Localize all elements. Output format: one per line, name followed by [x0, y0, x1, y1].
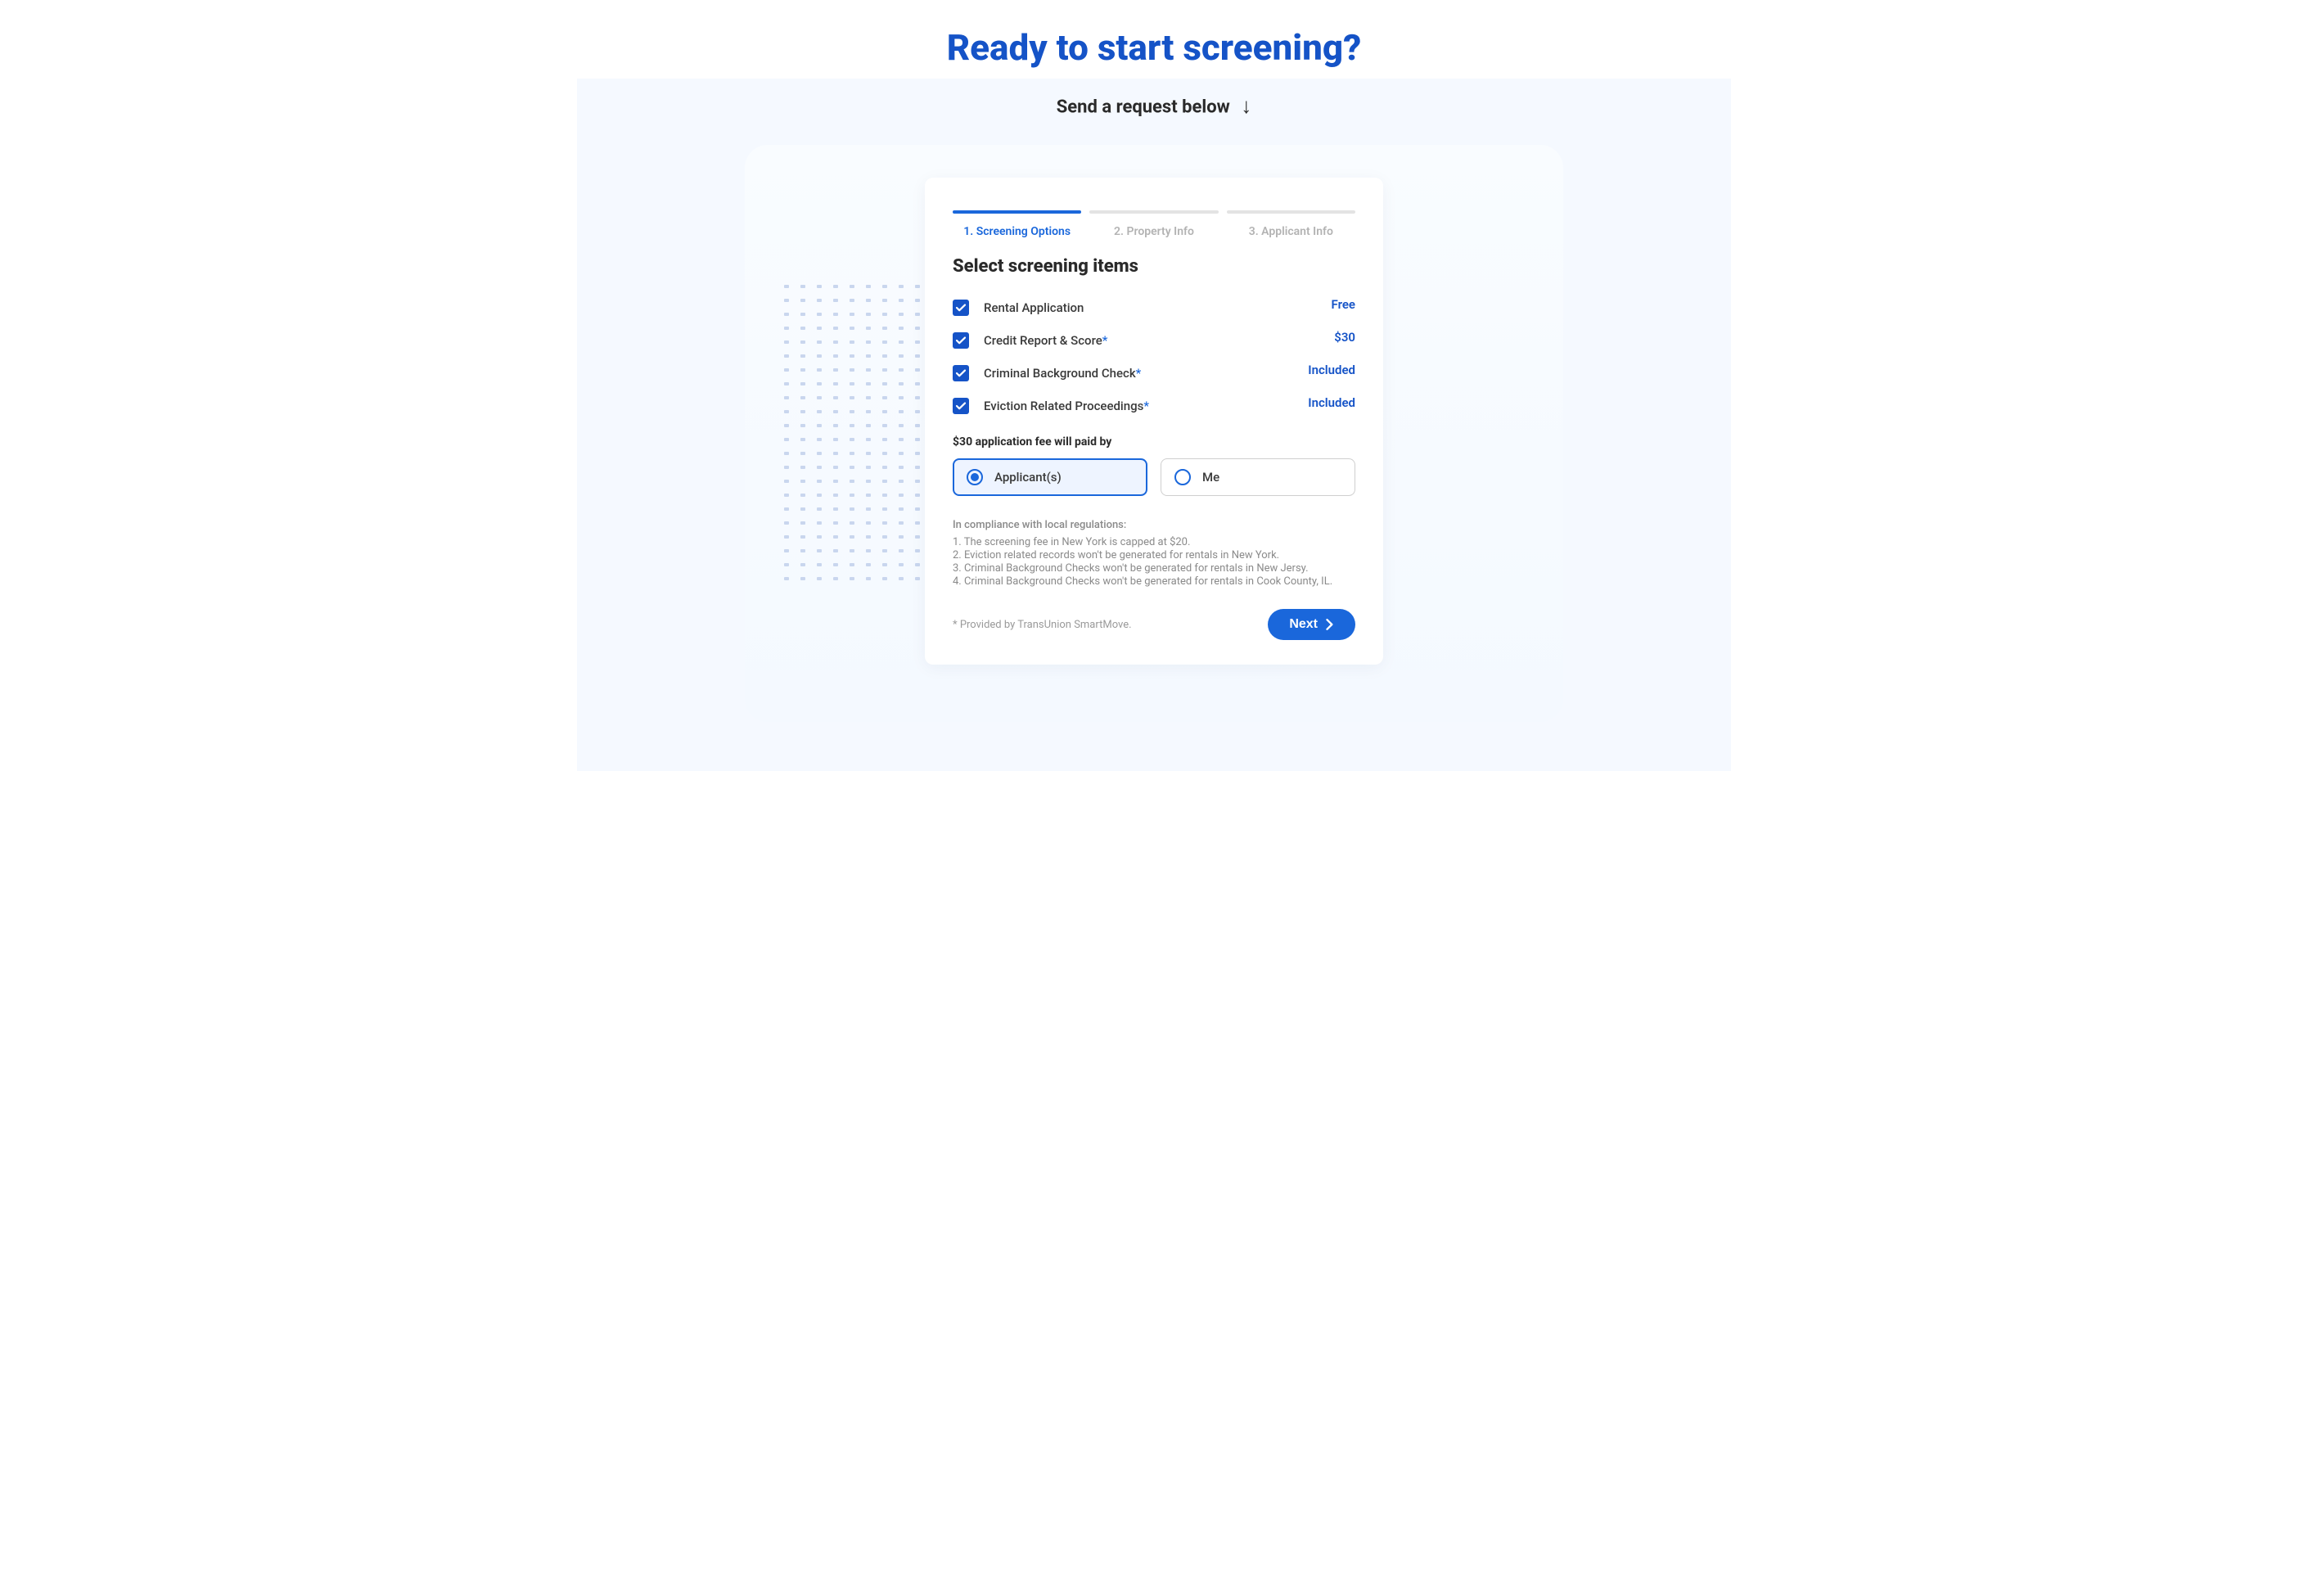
payer-option-label: Applicant(s)	[994, 470, 1062, 485]
compliance-block: In compliance with local regulations: 1.…	[953, 519, 1355, 588]
step-2[interactable]: 2. Property Info	[1089, 210, 1218, 238]
screening-item-label: Eviction Related Proceedings*	[984, 399, 1149, 413]
step-bar	[953, 210, 1081, 214]
footnote: * Provided by TransUnion SmartMove.	[953, 619, 1132, 631]
screening-item-price: Included	[1308, 395, 1355, 410]
payer-option[interactable]: Me	[1161, 458, 1355, 496]
screening-item: Credit Report & Score* $30	[953, 324, 1355, 357]
fee-label: $30 application fee will paid by	[953, 435, 1355, 449]
step-label: 3. Applicant Info	[1227, 225, 1355, 238]
compliance-line: 1. The screening fee in New York is capp…	[953, 536, 1355, 548]
screening-card: 1. Screening Options 2. Property Info 3. A…	[925, 178, 1383, 665]
down-arrow-icon: ↓	[1241, 93, 1251, 119]
screening-item-label: Criminal Background Check*	[984, 366, 1141, 381]
checkbox-checked[interactable]	[953, 332, 969, 349]
step-3[interactable]: 3. Applicant Info	[1227, 210, 1355, 238]
chevron-right-icon	[1326, 619, 1334, 630]
hero-title: Ready to start screening?	[577, 0, 1731, 79]
payer-option-label: Me	[1202, 470, 1219, 485]
screening-item-price: $30	[1334, 330, 1355, 345]
hero-subtitle: Send a request below	[1057, 97, 1230, 117]
screening-item-price: Included	[1308, 363, 1355, 377]
next-button-label: Next	[1289, 617, 1318, 632]
screening-item: Rental Application Free	[953, 291, 1355, 324]
screening-item: Criminal Background Check* Included	[953, 357, 1355, 390]
section-title: Select screening items	[953, 256, 1355, 277]
step-indicator: 1. Screening Options 2. Property Info 3. A…	[953, 210, 1355, 238]
step-1[interactable]: 1. Screening Options	[953, 210, 1081, 238]
checkbox-checked[interactable]	[953, 300, 969, 316]
payer-option[interactable]: Applicant(s)	[953, 458, 1147, 496]
step-bar	[1227, 210, 1355, 214]
screening-item-label: Rental Application	[984, 300, 1084, 315]
radio-icon	[967, 469, 983, 485]
panel: 1. Screening Options 2. Property Info 3. A…	[745, 145, 1563, 722]
decorative-dots	[784, 284, 931, 590]
step-label: 2. Property Info	[1089, 225, 1218, 238]
compliance-line: 3. Criminal Background Checks won't be g…	[953, 562, 1355, 575]
screening-item-price: Free	[1332, 297, 1355, 312]
screening-item: Eviction Related Proceedings* Included	[953, 390, 1355, 422]
step-bar	[1089, 210, 1218, 214]
screening-item-label: Credit Report & Score*	[984, 333, 1107, 348]
compliance-head: In compliance with local regulations:	[953, 519, 1355, 531]
compliance-line: 2. Eviction related records won't be gen…	[953, 549, 1355, 561]
next-button[interactable]: Next	[1268, 609, 1355, 640]
step-label: 1. Screening Options	[953, 225, 1081, 238]
radio-icon	[1174, 469, 1191, 485]
checkbox-checked[interactable]	[953, 365, 969, 381]
hero-subtitle-row: Send a request below ↓	[577, 79, 1731, 145]
compliance-line: 4. Criminal Background Checks won't be g…	[953, 575, 1355, 588]
checkbox-checked[interactable]	[953, 398, 969, 414]
